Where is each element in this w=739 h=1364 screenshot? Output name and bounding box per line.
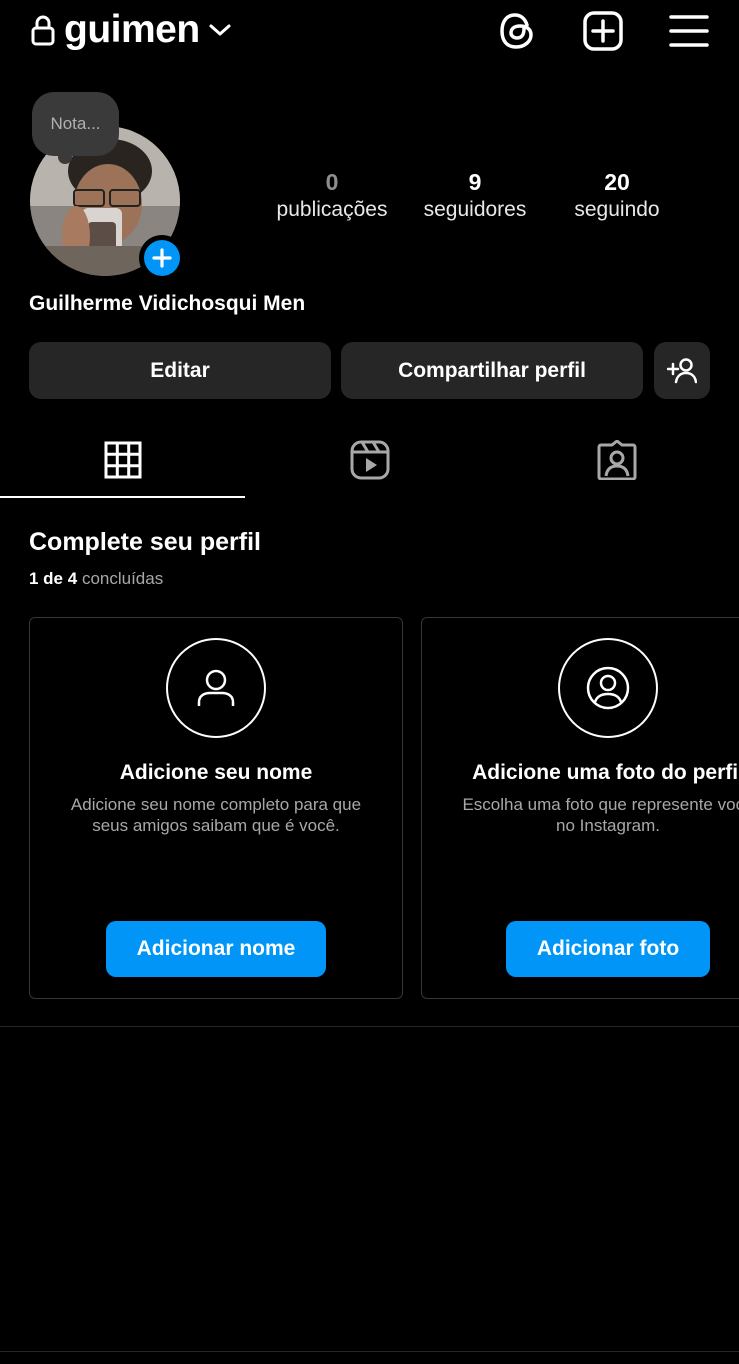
tab-reels[interactable] <box>247 422 492 498</box>
note-placeholder: Nota... <box>50 114 101 133</box>
discover-people-button[interactable] <box>654 342 710 399</box>
stat-following-value: 20 <box>604 169 630 195</box>
card-icon-circle <box>558 638 658 738</box>
card-description-line: Escolha uma foto que represente você <box>462 795 739 814</box>
stat-followers-value: 9 <box>468 169 482 195</box>
card-description: Adicione seu nome completo para que seus… <box>42 794 390 836</box>
add-name-button[interactable]: Adicionar nome <box>106 921 326 977</box>
tagged-icon <box>597 440 636 480</box>
threads-icon[interactable] <box>496 9 540 53</box>
progress-suffix: concluídas <box>81 569 164 588</box>
complete-profile-progress: 1 de 4 concluídas <box>29 569 163 589</box>
menu-icon[interactable] <box>667 9 711 53</box>
card-title: Adicione seu nome <box>119 761 313 784</box>
card-description-line: no Instagram. <box>556 816 660 835</box>
tab-tagged[interactable] <box>494 422 739 498</box>
stat-posts-label: publicações <box>276 198 388 221</box>
add-story-button[interactable] <box>139 235 185 281</box>
complete-profile-title: Complete seu perfil <box>29 528 261 556</box>
new-post-icon[interactable] <box>581 9 625 53</box>
stat-posts-value: 0 <box>325 169 339 195</box>
stat-posts: 0 publicações <box>257 168 407 224</box>
stat-followers-label: seguidores <box>423 198 527 221</box>
suggestion-card-photo: Adicione uma foto do perfil Escolha uma … <box>421 617 739 999</box>
tab-grid[interactable] <box>0 422 245 498</box>
add-photo-button[interactable]: Adicionar foto <box>506 921 710 977</box>
active-tab-indicator <box>0 496 245 498</box>
full-name: Guilherme Vidichosqui Men <box>29 292 306 315</box>
reels-icon <box>350 440 389 480</box>
note-bubble[interactable]: Nota... <box>32 92 119 156</box>
edit-profile-button[interactable]: Editar <box>29 342 331 399</box>
plus-icon <box>152 248 172 268</box>
stat-followers[interactable]: 9 seguidores <box>400 168 550 224</box>
card-description: Escolha uma foto que represente você no … <box>434 794 739 836</box>
chevron-down-icon[interactable] <box>208 20 232 40</box>
lock-icon <box>31 15 55 46</box>
stat-following[interactable]: 20 seguindo <box>542 168 692 224</box>
grid-icon <box>104 441 141 479</box>
add-person-icon <box>667 357 697 383</box>
bottom-divider <box>0 1351 739 1352</box>
card-title: Adicione uma foto do perfil <box>472 761 739 784</box>
stat-following-label: seguindo <box>574 198 660 221</box>
suggestion-card-name: Adicione seu nome Adicione seu nome comp… <box>29 617 403 999</box>
share-profile-button[interactable]: Compartilhar perfil <box>341 342 643 399</box>
section-divider <box>0 1026 739 1027</box>
profile-photo-icon <box>586 666 630 710</box>
person-icon <box>197 669 235 706</box>
username-title[interactable]: guimen <box>64 8 200 52</box>
card-description-line: seus amigos saibam que é você. <box>92 816 340 835</box>
card-icon-circle <box>166 638 266 738</box>
progress-done: 1 de 4 <box>29 569 78 588</box>
card-description-line: Adicione seu nome completo para que <box>70 795 362 814</box>
